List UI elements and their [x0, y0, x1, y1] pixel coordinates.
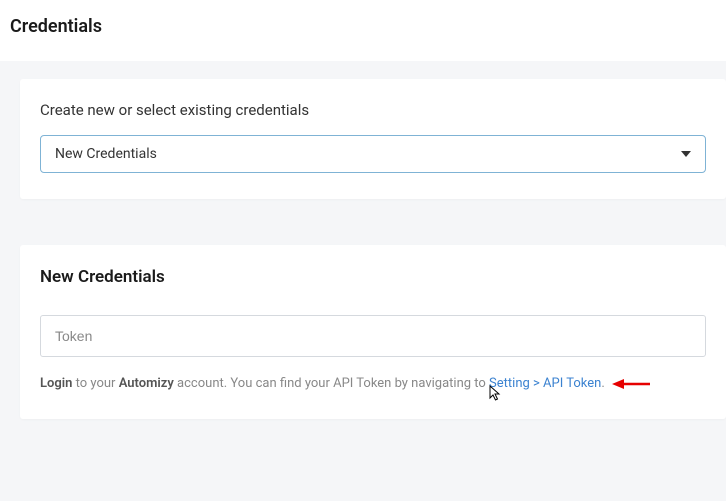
select-value: New Credentials [55, 146, 157, 162]
arrow-annotation-icon [612, 378, 650, 390]
token-input[interactable] [40, 315, 706, 357]
api-token-link[interactable]: Setting > API Token [489, 376, 601, 391]
helper-text: Login to your Automizy account. You can … [40, 375, 706, 393]
chevron-down-icon [681, 151, 691, 157]
select-credentials-card: Create new or select existing credential… [20, 79, 726, 199]
brand-strong: Automizy [119, 376, 174, 391]
content-area: Create new or select existing credential… [0, 61, 726, 501]
page-title: Credentials [0, 0, 726, 61]
login-strong: Login [40, 376, 72, 391]
credentials-select[interactable]: New Credentials [40, 135, 706, 173]
new-credentials-heading: New Credentials [40, 267, 706, 287]
select-label: Create new or select existing credential… [40, 101, 706, 119]
new-credentials-card: New Credentials Login to your Automizy a… [20, 245, 726, 419]
